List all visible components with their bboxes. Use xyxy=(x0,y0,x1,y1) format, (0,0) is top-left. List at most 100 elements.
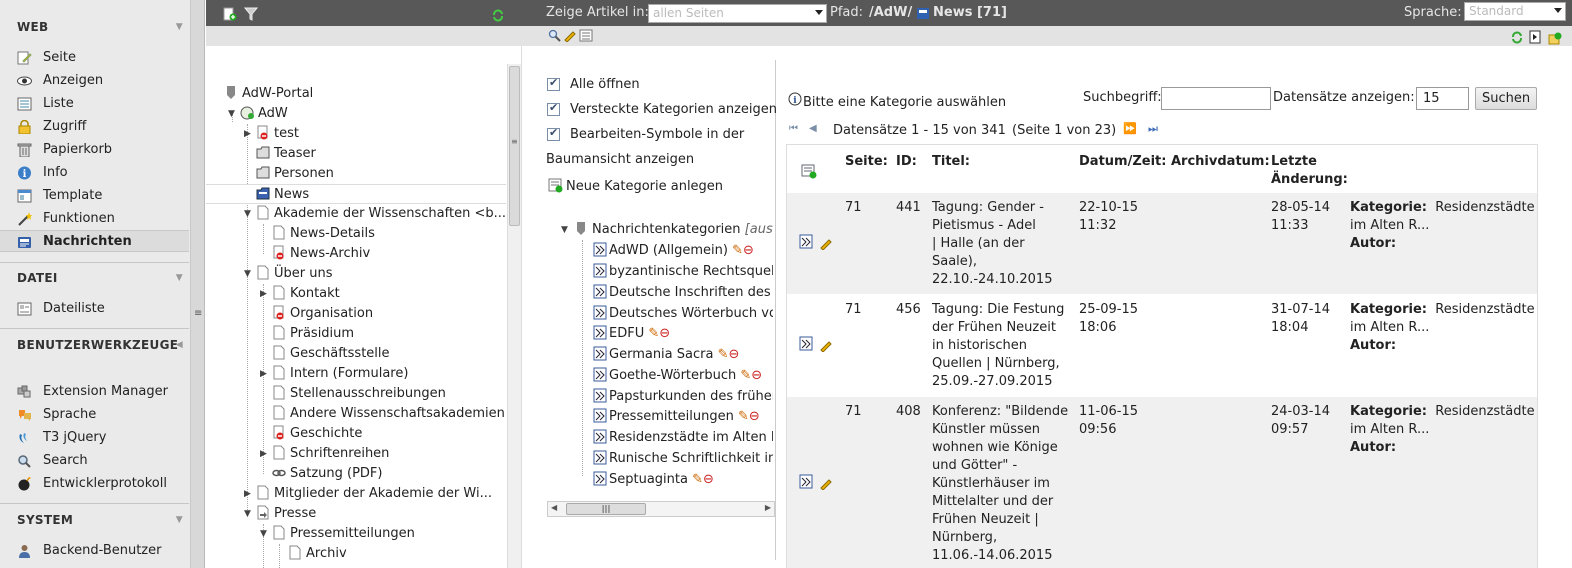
scroll-right-icon[interactable]: ▶ xyxy=(765,503,771,512)
tree-node-schriftenreihen[interactable]: Schriftenreihen xyxy=(272,444,389,464)
tree-node-adw[interactable]: AdW xyxy=(240,104,288,124)
module-funktionen[interactable]: Funktionen xyxy=(0,208,189,230)
category-root[interactable]: Nachrichtenkategorien [aus a xyxy=(574,220,774,240)
tree-node-organisation[interactable]: Organisation xyxy=(272,304,373,324)
new-record-icon[interactable] xyxy=(1548,32,1562,46)
module-entwicklerprotokoll[interactable]: Entwicklerprotokoll xyxy=(0,473,189,495)
tree-node-akademie[interactable]: Akademie der Wissenschaften <b... xyxy=(256,204,506,224)
collapse-arrow-icon[interactable]: ▼ xyxy=(176,515,183,525)
edit-pencil-icon[interactable] xyxy=(819,338,833,353)
next-page-icon[interactable]: ⏩ xyxy=(1123,122,1137,135)
module-seite[interactable]: Seite xyxy=(0,47,189,69)
tree-node-news-archiv[interactable]: News-Archiv xyxy=(272,244,370,264)
cell-title[interactable]: Konferenz: "Bildende Künstler müssen woh… xyxy=(932,403,1072,565)
prev-page-icon[interactable]: ◀ xyxy=(809,123,817,134)
category-item[interactable]: Papsturkunden des früher xyxy=(593,387,773,407)
expand-toggle-icon[interactable]: ▶ xyxy=(260,284,270,304)
grip-handle-icon[interactable]: ≡ xyxy=(194,308,202,319)
new-category-icon[interactable] xyxy=(548,178,563,193)
category-item[interactable]: Germania Sacra ✎⊖ xyxy=(593,345,773,365)
category-item[interactable]: Deutsches Wörterbuch vo xyxy=(593,304,773,324)
tree-node-stellenausschreibungen[interactable]: Stellenausschreibungen xyxy=(272,384,446,404)
tree-node-presse[interactable]: Presse xyxy=(256,504,316,524)
table-row[interactable]: 71 441 Tagung: Gender - Pietismus - Adel… xyxy=(787,193,1537,294)
collapse-toggle-icon[interactable]: ▼ xyxy=(244,204,254,224)
edit-pencil-icon[interactable]: ✎ xyxy=(718,347,729,362)
delete-icon[interactable]: ⊖ xyxy=(729,347,740,362)
last-page-icon[interactable]: ⏭ xyxy=(1148,122,1158,136)
tree-node-mitglieder[interactable]: Mitglieder der Akademie der Wi... xyxy=(256,484,492,504)
module-sprache[interactable]: Sprache xyxy=(0,404,189,426)
checkbox-bearbeiten-symbole[interactable] xyxy=(547,126,560,141)
category-item[interactable]: Deutsche Inschriften des M xyxy=(593,283,773,303)
delete-icon[interactable]: ⊖ xyxy=(659,326,670,341)
scroll-left-icon[interactable]: ◀ xyxy=(551,503,557,512)
category-item[interactable]: Pressemitteilungen ✎⊖ xyxy=(593,407,773,427)
view-page-icon[interactable] xyxy=(1529,30,1541,44)
category-item[interactable]: AdWD (Allgemein) ✎⊖ xyxy=(593,241,773,261)
first-page-icon[interactable]: ⏮ xyxy=(789,123,798,134)
delete-icon[interactable]: ⊖ xyxy=(751,368,762,383)
module-template[interactable]: Template xyxy=(0,185,189,207)
section-benutzerwerkzeuge-header[interactable]: BENUTZERWERKZEUGE ◀ xyxy=(0,338,189,360)
collapse-toggle-icon[interactable]: ▼ xyxy=(244,264,254,284)
edit-pencil-icon[interactable] xyxy=(819,236,833,251)
category-item[interactable]: byzantinische Rechtsquelle xyxy=(593,262,773,282)
module-info[interactable]: i Info xyxy=(0,162,189,184)
module-zugriff[interactable]: Zugriff xyxy=(0,116,189,138)
new-category-link[interactable]: Neue Kategorie anlegen xyxy=(566,179,723,194)
module-nachrichten[interactable]: Nachrichten xyxy=(0,230,189,252)
pencil-icon[interactable] xyxy=(563,29,576,42)
edit-pencil-icon[interactable]: ✎ xyxy=(648,326,659,341)
tree-node-andere-akademien[interactable]: Andere Wissenschaftsakademien xyxy=(272,404,505,424)
module-papierkorb[interactable]: Papierkorb xyxy=(0,139,189,161)
tree-node-satzung[interactable]: Satzung (PDF) xyxy=(272,464,382,484)
tree-node-intern[interactable]: Intern (Formulare) xyxy=(272,364,408,384)
collapse-arrow-icon[interactable]: ▼ xyxy=(176,22,183,32)
collapse-arrow-icon[interactable]: ◀ xyxy=(176,340,183,350)
tree-node-kontakt[interactable]: Kontakt xyxy=(272,284,340,304)
expand-toggle-icon[interactable]: ▶ xyxy=(244,484,254,504)
tree-node-news[interactable]: News xyxy=(206,184,506,204)
tree-node-praesidium[interactable]: Präsidium xyxy=(272,324,354,344)
collapse-toggle-icon[interactable]: ▼ xyxy=(260,524,270,544)
path-page[interactable]: News [71] xyxy=(933,5,1007,20)
tree-node-news-details[interactable]: News-Details xyxy=(272,224,375,244)
module-backend-benutzer[interactable]: Backend-Benutzer xyxy=(0,540,189,562)
edit-pencil-icon[interactable] xyxy=(819,476,833,491)
col-header-date[interactable]: Datum/Zeit: xyxy=(1079,153,1166,171)
module-t3-jquery[interactable]: T3 jQuery xyxy=(0,427,189,449)
edit-pencil-icon[interactable]: ✎ xyxy=(740,368,751,383)
expand-toggle-icon[interactable]: ▶ xyxy=(260,444,270,464)
search-icon[interactable] xyxy=(548,29,561,42)
edit-pencil-icon[interactable]: ✎ xyxy=(738,409,749,424)
collapse-toggle-icon[interactable]: ▼ xyxy=(244,504,254,524)
tree-node-ueber-uns[interactable]: Über uns xyxy=(256,264,333,284)
tree-node-teaser[interactable]: Teaser xyxy=(256,144,316,164)
category-item[interactable]: Goethe-Wörterbuch ✎⊖ xyxy=(593,366,773,386)
col-header-page[interactable]: Seite: xyxy=(845,153,888,171)
delete-icon[interactable]: ⊖ xyxy=(749,409,760,424)
module-liste[interactable]: Liste xyxy=(0,93,189,115)
edit-pencil-icon[interactable]: ✎ xyxy=(732,243,743,258)
category-item[interactable]: Residenzstädte im Alten R xyxy=(593,428,773,448)
expand-toggle-icon[interactable]: ▶ xyxy=(260,364,270,384)
checkbox-versteckte[interactable] xyxy=(547,101,560,116)
tree-node-pressemitteilungen[interactable]: Pressemitteilungen xyxy=(272,524,415,544)
expand-toggle-icon[interactable]: ▶ xyxy=(244,124,254,144)
edit-pencil-icon[interactable]: ✎ xyxy=(692,472,703,487)
module-dateiliste[interactable]: Dateiliste xyxy=(0,298,189,320)
refresh-icon[interactable] xyxy=(492,9,504,22)
module-extension-manager[interactable]: Extension Manager xyxy=(0,381,189,403)
new-news-icon[interactable] xyxy=(801,163,817,179)
section-datei-header[interactable]: DATEI ▼ xyxy=(0,271,189,293)
checkbox-alle-oeffnen[interactable] xyxy=(547,76,560,91)
category-item[interactable]: Runische Schriftlichkeit in d xyxy=(593,449,773,469)
category-item[interactable]: Septuaginta ✎⊖ xyxy=(593,470,773,490)
tree-node-test[interactable]: test xyxy=(256,124,299,144)
list-view-icon[interactable] xyxy=(579,29,593,42)
section-web-header[interactable]: WEB ▼ xyxy=(0,20,189,42)
module-search[interactable]: Search xyxy=(0,450,189,472)
module-anzeigen[interactable]: Anzeigen xyxy=(0,70,189,92)
resize-grip[interactable]: ≡ xyxy=(191,0,205,568)
